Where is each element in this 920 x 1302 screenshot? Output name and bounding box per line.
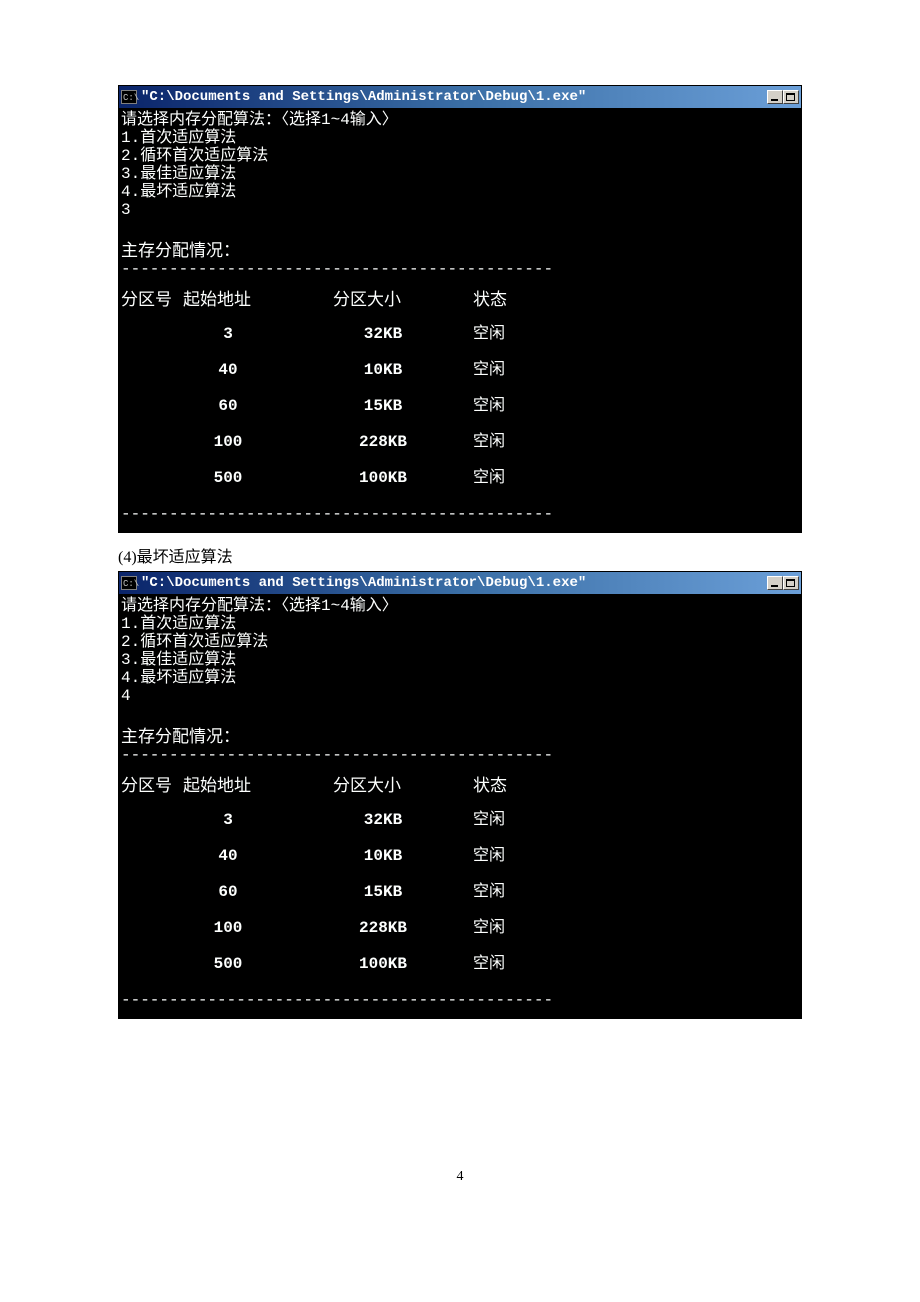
header-id: 分区号 [121, 293, 183, 310]
prompt-line: 请选择内存分配算法：〈选择1~4输入〉 [121, 111, 799, 129]
console-body-2: 请选择内存分配算法：〈选择1~4输入〉 1.首次适应算法 2.循环首次适应算法 … [119, 594, 801, 1018]
console-window-1: C:\ "C:\Documents and Settings\Administr… [118, 85, 802, 533]
user-input: 3 [121, 201, 799, 219]
table-row: 40 10KB 空闲 [121, 838, 799, 874]
menu-option-1: 1.首次适应算法 [121, 615, 799, 633]
header-size: 分区大小 [333, 293, 473, 310]
divider-line: ----------------------------------------… [121, 994, 799, 1006]
menu-option-1: 1.首次适应算法 [121, 129, 799, 147]
table-row: 60 15KB 空闲 [121, 874, 799, 910]
table-row: 3 32KB 空闲 [121, 316, 799, 352]
table-row: 100 228KB 空闲 [121, 424, 799, 460]
header-id: 分区号 [121, 779, 183, 796]
table-row: 500 100KB 空闲 [121, 460, 799, 496]
figure-caption: (4)最坏适应算法 [118, 543, 802, 567]
table-header: 分区号 起始地址 分区大小 状态 [121, 779, 799, 796]
table-row: 60 15KB 空闲 [121, 388, 799, 424]
header-state: 状态 [473, 293, 553, 310]
table-row: 3 32KB 空闲 [121, 802, 799, 838]
maximize-button[interactable] [783, 576, 799, 590]
table-row: 500 100KB 空闲 [121, 946, 799, 982]
header-size: 分区大小 [333, 779, 473, 796]
titlebar[interactable]: C:\ "C:\Documents and Settings\Administr… [119, 86, 801, 108]
menu-option-4: 4.最坏适应算法 [121, 669, 799, 687]
console-body-1: 请选择内存分配算法：〈选择1~4输入〉 1.首次适应算法 2.循环首次适应算法 … [119, 108, 801, 532]
maximize-button[interactable] [783, 90, 799, 104]
menu-option-3: 3.最佳适应算法 [121, 651, 799, 669]
minimize-button[interactable] [767, 90, 783, 104]
divider-line: ----------------------------------------… [121, 749, 799, 761]
console-window-2: C:\ "C:\Documents and Settings\Administr… [118, 571, 802, 1019]
table-row: 40 10KB 空闲 [121, 352, 799, 388]
menu-option-2: 2.循环首次适应算法 [121, 633, 799, 651]
cmd-icon: C:\ [121, 90, 137, 104]
table-row: 100 228KB 空闲 [121, 910, 799, 946]
prompt-line: 请选择内存分配算法：〈选择1~4输入〉 [121, 597, 799, 615]
minimize-button[interactable] [767, 576, 783, 590]
header-addr: 起始地址 [183, 293, 333, 310]
divider-line: ----------------------------------------… [121, 263, 799, 275]
page-number: 4 [118, 1169, 802, 1185]
header-addr: 起始地址 [183, 779, 333, 796]
titlebar-text: "C:\Documents and Settings\Administrator… [141, 575, 767, 591]
cmd-icon: C:\ [121, 576, 137, 590]
table-header: 分区号 起始地址 分区大小 状态 [121, 293, 799, 310]
menu-option-4: 4.最坏适应算法 [121, 183, 799, 201]
window-buttons [767, 576, 799, 590]
titlebar[interactable]: C:\ "C:\Documents and Settings\Administr… [119, 572, 801, 594]
menu-option-3: 3.最佳适应算法 [121, 165, 799, 183]
divider-line: ----------------------------------------… [121, 508, 799, 520]
titlebar-text: "C:\Documents and Settings\Administrator… [141, 89, 767, 105]
header-state: 状态 [473, 779, 553, 796]
user-input: 4 [121, 687, 799, 705]
menu-option-2: 2.循环首次适应算法 [121, 147, 799, 165]
window-buttons [767, 90, 799, 104]
